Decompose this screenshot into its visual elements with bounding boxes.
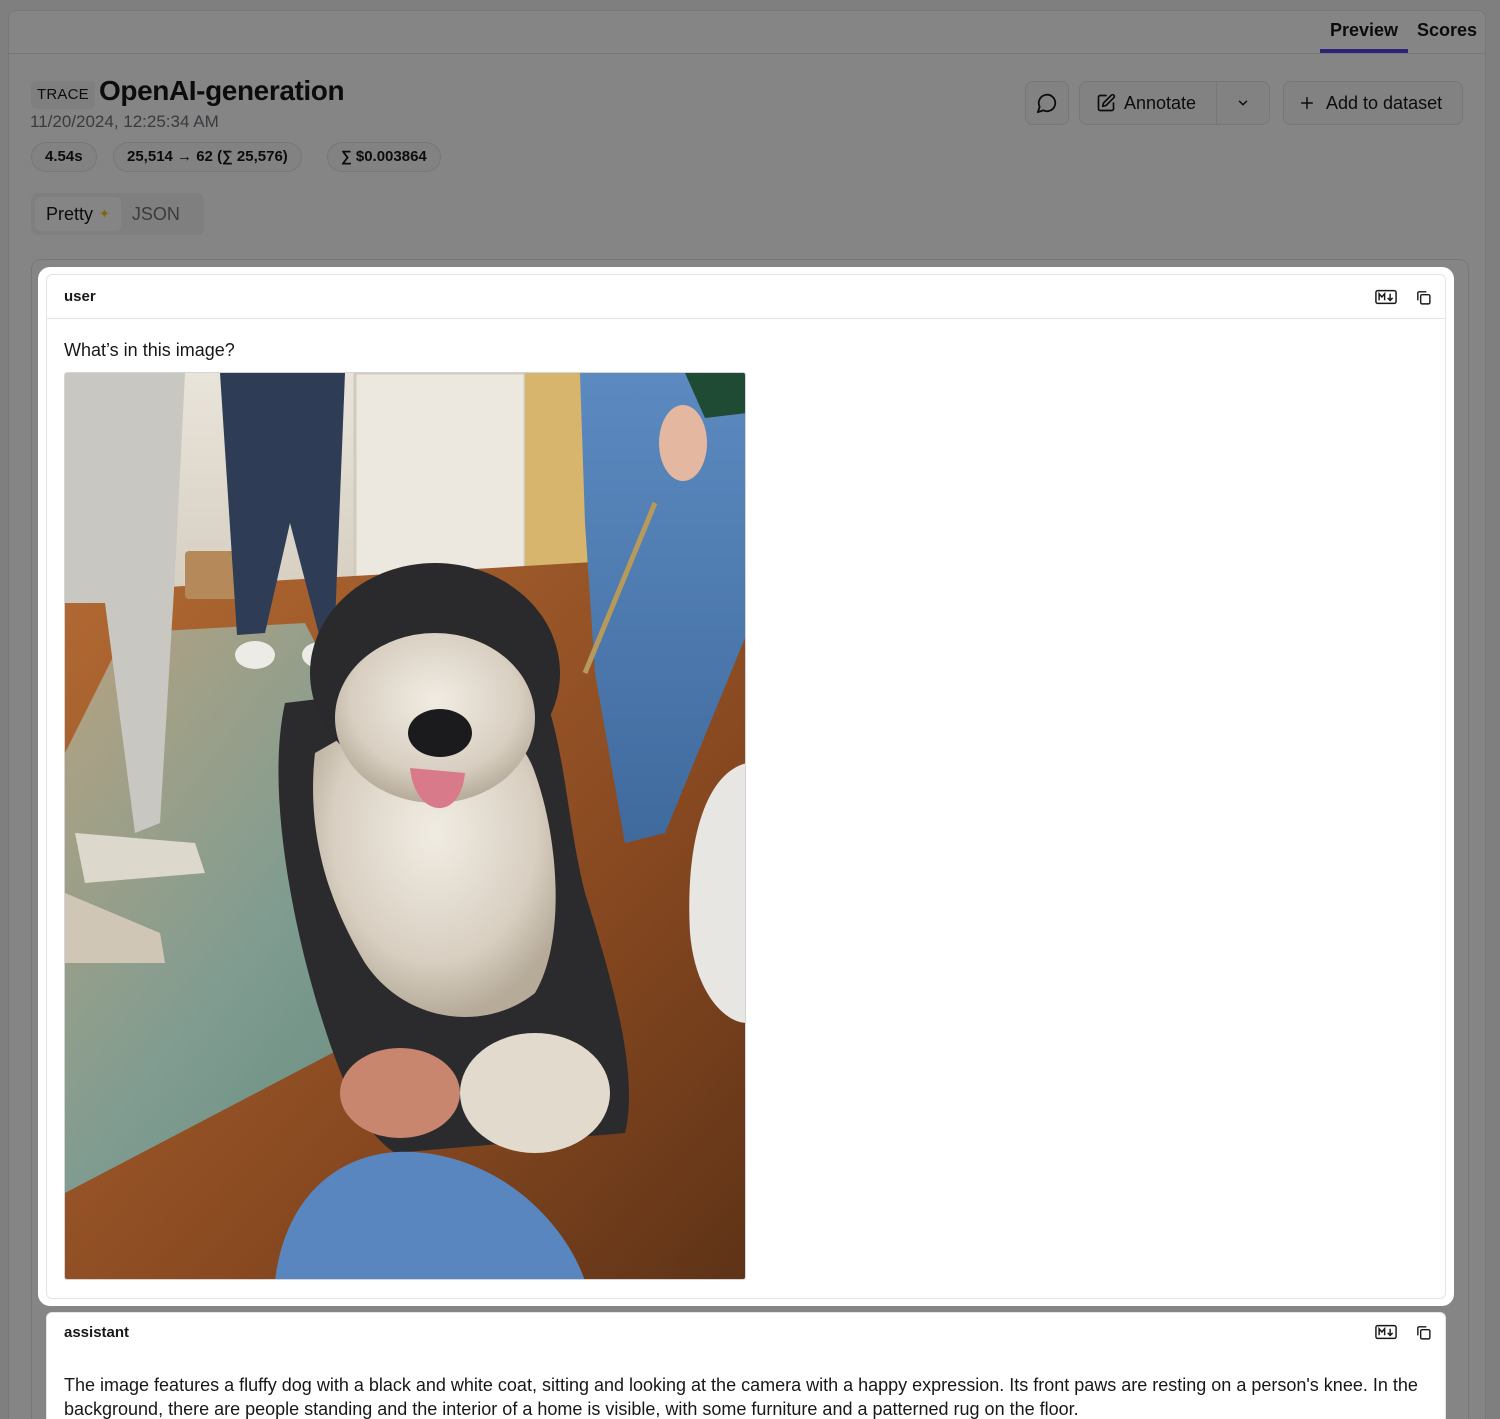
assistant-role-label: assistant: [64, 1324, 130, 1341]
markdown-icon[interactable]: [1375, 289, 1397, 305]
copy-icon[interactable]: [1415, 1324, 1432, 1341]
copy-icon[interactable]: [1415, 289, 1432, 306]
user-role-label: user: [64, 288, 96, 305]
message-header: user: [47, 275, 1445, 319]
dog-photo: [65, 373, 745, 1279]
markdown-icon[interactable]: [1375, 1324, 1397, 1340]
assistant-message-card: assistant The image features a fluffy do…: [46, 1312, 1446, 1419]
assistant-message-text: The image features a fluffy dog with a b…: [64, 1375, 1418, 1419]
user-message-text: What’s in this image?: [64, 340, 235, 360]
attached-image[interactable]: [64, 372, 746, 1280]
focused-message-highlight: user What’s in this image?: [38, 267, 1454, 1306]
user-message-card: user What’s in this image?: [46, 274, 1446, 1299]
